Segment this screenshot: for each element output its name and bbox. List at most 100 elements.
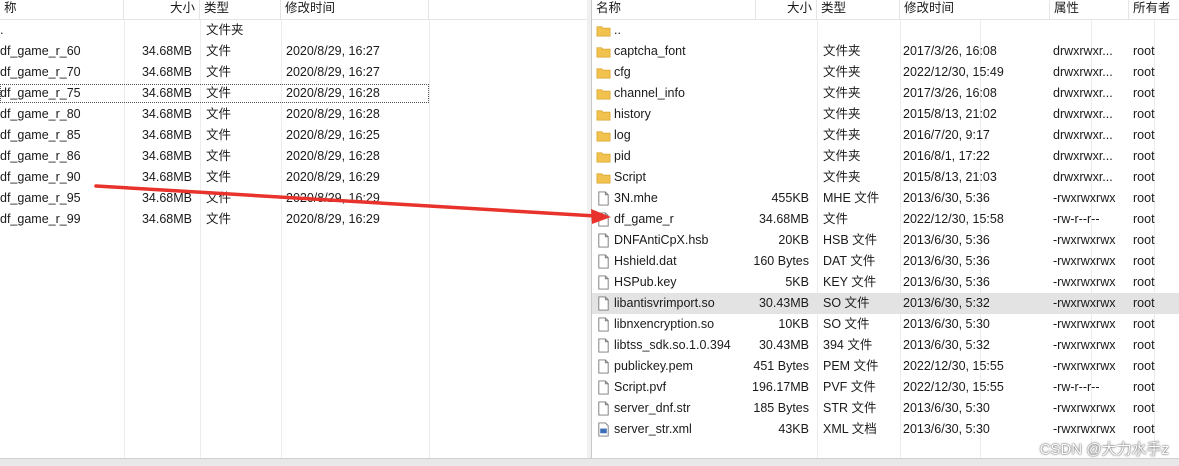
file-type: 文件: [206, 149, 232, 163]
file-type: 文件: [206, 170, 232, 184]
folder-icon: [596, 65, 611, 80]
table-row[interactable]: libantisvrimport.so 30.43MB SO 文件 2013/6/30…: [592, 293, 1179, 314]
file-size: 455KB: [771, 191, 809, 205]
table-row[interactable]: publickey.pem 451 Bytes PEM 文件 2022/12/30, …: [592, 356, 1179, 377]
remote-column-header: 名称 大小 类型 修改时间 属性 所有者: [592, 0, 1179, 20]
table-row[interactable]: libnxencryption.so 10KB SO 文件 2013/6/30, 5:…: [592, 314, 1179, 335]
file-name: server_str.xml: [614, 422, 692, 436]
table-row[interactable]: df_game_r_70 34.68MB 文件 2020/8/29, 16:27: [0, 62, 587, 83]
remote-col-attrs[interactable]: 属性: [1050, 0, 1129, 19]
table-row[interactable]: df_game_r_75 34.68MB 文件 2020/8/29, 16:28: [0, 83, 587, 104]
file-name: .: [0, 23, 4, 37]
table-row[interactable]: df_game_r_80 34.68MB 文件 2020/8/29, 16:28: [0, 104, 587, 125]
file-name: df_game_r_86: [0, 149, 81, 163]
table-row[interactable]: history 文件夹 2015/8/13, 21:02 drwxrwxr... roo…: [592, 104, 1179, 125]
table-row[interactable]: HSPub.key 5KB KEY 文件 2013/6/30, 5:36 -rwxrwx…: [592, 272, 1179, 293]
table-row[interactable]: DNFAntiCpX.hsb 20KB HSB 文件 2013/6/30, 5:36 -…: [592, 230, 1179, 251]
file-modified: [903, 20, 1050, 41]
table-row[interactable]: libtss_sdk.so.1.0.394 30.43MB 394 文件 2013/6…: [592, 335, 1179, 356]
file-type: [823, 20, 900, 41]
file-owner: root: [1133, 65, 1155, 79]
table-row[interactable]: pid 文件夹 2016/8/1, 17:22 drwxrwxr... root: [592, 146, 1179, 167]
table-row[interactable]: df_game_r_99 34.68MB 文件 2020/8/29, 16:29: [0, 209, 587, 230]
local-col-modified[interactable]: 修改时间: [281, 0, 429, 19]
file-name: libantisvrimport.so: [614, 296, 715, 310]
file-type: MHE 文件: [823, 191, 880, 205]
table-row[interactable]: df_game_r_90 34.68MB 文件 2020/8/29, 16:29: [0, 167, 587, 188]
file-owner: root: [1133, 191, 1155, 205]
table-row[interactable]: channel_info 文件夹 2017/3/26, 16:08 drwxrwxr.…: [592, 83, 1179, 104]
table-row[interactable]: df_game_r_86 34.68MB 文件 2020/8/29, 16:28: [0, 146, 587, 167]
file-type: 文件: [206, 128, 232, 142]
table-row[interactable]: df_game_r_95 34.68MB 文件 2020/8/29, 16:29: [0, 188, 587, 209]
folder-icon: [596, 86, 611, 101]
file-owner: root: [1133, 107, 1155, 121]
file-modified: 2020/8/29, 16:28: [286, 149, 380, 163]
file-modified: 2013/6/30, 5:32: [903, 338, 990, 352]
table-row[interactable]: cfg 文件夹 2022/12/30, 15:49 drwxrwxr... root: [592, 62, 1179, 83]
file-icon: [596, 401, 611, 416]
file-size: [124, 20, 192, 41]
table-row[interactable]: captcha_font 文件夹 2017/3/26, 16:08 drwxrwxr.…: [592, 41, 1179, 62]
table-row[interactable]: Hshield.dat 160 Bytes DAT 文件 2013/6/30, 5:3…: [592, 251, 1179, 272]
folder-icon: [596, 128, 611, 143]
table-row[interactable]: Script.pvf 196.17MB PVF 文件 2022/12/30, 15:5…: [592, 377, 1179, 398]
table-row[interactable]: 3N.mhe 455KB MHE 文件 2013/6/30, 5:36 -rwxrwxr…: [592, 188, 1179, 209]
table-row[interactable]: Script 文件夹 2015/8/13, 21:03 drwxrwxr... root: [592, 167, 1179, 188]
table-row[interactable]: df_game_r 34.68MB 文件 2022/12/30, 15:58 -rw-r…: [592, 209, 1179, 230]
file-attrs: -rwxrwxrwx: [1053, 317, 1116, 331]
table-row[interactable]: ..: [592, 20, 1179, 41]
local-col-type[interactable]: 类型: [200, 0, 281, 19]
file-type: 文件夹: [823, 128, 861, 142]
file-name: df_game_r_80: [0, 107, 81, 121]
remote-col-type[interactable]: 类型: [817, 0, 900, 19]
file-icon: [596, 296, 611, 311]
file-modified: 2013/6/30, 5:36: [903, 233, 990, 247]
remote-col-owner[interactable]: 所有者: [1129, 0, 1179, 19]
file-size: 34.68MB: [141, 65, 192, 79]
file-icon: [596, 338, 611, 353]
file-type: SO 文件: [823, 317, 870, 331]
file-type: 文件: [206, 44, 232, 58]
file-name: Script: [614, 170, 646, 184]
file-type: 文件夹: [823, 107, 861, 121]
local-file-pane[interactable]: 称 大小 类型 修改时间 . 文件夹 df_game_r_60 34.68MB 文件 20…: [0, 0, 588, 458]
file-modified: 2022/12/30, 15:55: [903, 359, 1004, 373]
remote-col-name[interactable]: 名称: [592, 0, 756, 19]
table-row[interactable]: df_game_r_60 34.68MB 文件 2020/8/29, 16:27: [0, 41, 587, 62]
table-row[interactable]: df_game_r_85 34.68MB 文件 2020/8/29, 16:25: [0, 125, 587, 146]
file-modified: 2016/8/1, 17:22: [903, 149, 990, 163]
local-col-name[interactable]: 称: [0, 0, 124, 19]
file-type: 文件夹: [823, 65, 861, 79]
table-row[interactable]: server_str.xml 43KB XML 文档 2013/6/30, 5:30 -…: [592, 419, 1179, 440]
watermark: CSDN @大力水手z: [1039, 441, 1169, 458]
folder-icon: [596, 170, 611, 185]
file-owner: root: [1133, 422, 1155, 436]
file-size: 196.17MB: [752, 380, 809, 394]
file-modified: 2020/8/29, 16:27: [286, 44, 380, 58]
remote-col-modified[interactable]: 修改时间: [900, 0, 1050, 19]
file-type: HSB 文件: [823, 233, 878, 247]
file-modified: 2020/8/29, 16:27: [286, 65, 380, 79]
file-attrs: -rwxrwxrwx: [1053, 254, 1116, 268]
file-size: 185 Bytes: [753, 401, 809, 415]
file-modified: 2017/3/26, 16:08: [903, 44, 997, 58]
file-size: 34.68MB: [141, 107, 192, 121]
table-row[interactable]: . 文件夹: [0, 20, 587, 41]
file-size: [742, 125, 809, 146]
local-col-size[interactable]: 大小: [124, 0, 200, 19]
file-owner: root: [1133, 317, 1155, 331]
file-attrs: drwxrwxr...: [1053, 65, 1113, 79]
file-type: 文件夹: [823, 44, 861, 58]
remote-col-size[interactable]: 大小: [756, 0, 817, 19]
file-size: [742, 62, 809, 83]
table-row[interactable]: server_dnf.str 185 Bytes STR 文件 2013/6/30, …: [592, 398, 1179, 419]
file-size: 43KB: [778, 422, 809, 436]
file-icon: [596, 212, 611, 227]
file-size: 34.68MB: [758, 212, 809, 226]
file-owner: root: [1133, 233, 1155, 247]
file-type: KEY 文件: [823, 275, 877, 289]
file-type: 文件夹: [823, 149, 861, 163]
table-row[interactable]: log 文件夹 2016/7/20, 9:17 drwxrwxr... root: [592, 125, 1179, 146]
remote-file-pane[interactable]: 名称 大小 类型 修改时间 属性 所有者 .. captcha_font 文件夹 20…: [591, 0, 1179, 458]
